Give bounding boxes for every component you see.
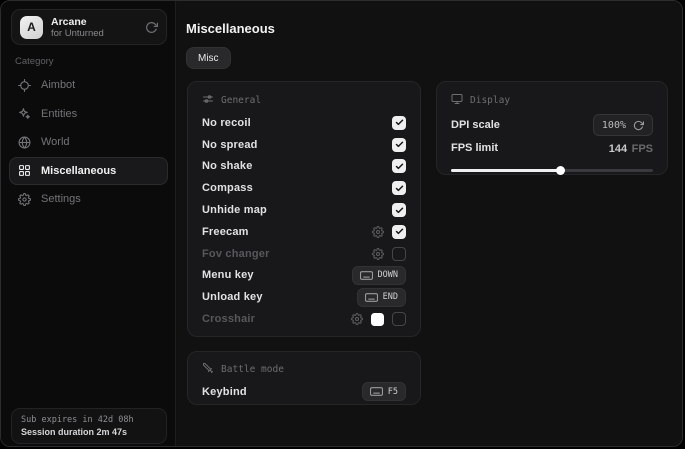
panel-title: Display [470,95,510,106]
setting-row-fov-changer: Fov changer [202,243,406,265]
checkbox-fov-changer[interactable] [392,247,406,261]
keybind-button-menu-key[interactable]: DOWN [352,266,406,285]
fps-value: 144 [609,143,627,155]
settings-gear-icon[interactable] [372,248,384,260]
fps-unit: FPS [632,143,653,155]
sparkles-icon [18,107,31,120]
dpi-scale-value[interactable]: 100% [593,114,653,136]
session-duration-text: Session duration 2m 47s [21,427,157,437]
fps-limit-slider[interactable] [451,165,653,175]
sidebar-item-label: Miscellaneous [41,165,116,177]
setting-label: Menu key [202,269,254,281]
setting-row-unhide-map: Unhide map [202,199,406,221]
main-content: Miscellaneous Misc General No recoil No … [177,1,683,446]
swords-icon [202,362,214,377]
sidebar-nav: Aimbot Entities World Miscellaneous [9,71,168,214]
setting-row-dpi-scale: DPI scale 100% [451,112,653,138]
setting-label: DPI scale [451,119,500,131]
setting-row-compass: Compass [202,177,406,199]
crosshair-icon [18,79,31,92]
slider-thumb[interactable] [556,166,565,175]
sliders-icon [202,93,214,108]
keybind-value: F5 [388,387,398,397]
setting-label: No spread [202,139,258,151]
gear-icon [18,193,31,206]
checkbox-crosshair[interactable] [392,312,406,326]
sidebar-item-label: World [41,136,70,148]
setting-row-freecam: Freecam [202,221,406,243]
setting-row-no-spread: No spread [202,134,406,156]
setting-label: Unhide map [202,204,267,216]
sidebar-item-world[interactable]: World [9,128,168,157]
subscription-card: Sub expires in 42d 08h Session duration … [11,408,167,444]
checkbox-no-shake[interactable] [392,159,406,173]
keyboard-icon [360,271,373,280]
sidebar-item-label: Aimbot [41,79,75,91]
sidebar-item-entities[interactable]: Entities [9,100,168,129]
sidebar-item-aimbot[interactable]: Aimbot [9,71,168,100]
dpi-value: 100% [602,120,626,131]
setting-row-unload-key: Unload key END [202,286,406,308]
display-panel: Display DPI scale 100% FPS limit 144 FPS [436,81,668,175]
setting-row-keybind: Keybind F5 [202,381,406,403]
panel-title: Battle mode [221,364,284,375]
setting-label: FPS limit [451,142,498,154]
grid-icon [18,164,31,177]
setting-label: No recoil [202,117,251,129]
reset-icon[interactable] [633,120,644,131]
sub-expires-text: Sub expires in 42d 08h [21,415,157,425]
checkbox-compass[interactable] [392,181,406,195]
settings-gear-icon[interactable] [372,226,384,238]
settings-gear-icon[interactable] [351,313,363,325]
globe-icon [18,136,31,149]
setting-label: Keybind [202,386,247,398]
app-title: Arcane [51,16,104,28]
general-panel: General No recoil No spread No shake Com… [187,81,421,337]
setting-row-no-recoil: No recoil [202,112,406,134]
sidebar: A Arcane for Unturned Category Aimbot [1,1,176,446]
panel-title: General [221,95,261,106]
setting-row-crosshair: Crosshair [202,308,406,330]
checkbox-freecam[interactable] [392,225,406,239]
setting-label: Compass [202,182,253,194]
monitor-icon [451,93,463,108]
battle-mode-panel: Battle mode Keybind F5 [187,351,421,405]
checkbox-no-spread[interactable] [392,138,406,152]
setting-label: Crosshair [202,313,255,325]
sidebar-item-label: Entities [41,108,77,120]
page-title: Miscellaneous [186,21,275,36]
keybind-button-unload-key[interactable]: END [357,288,406,307]
category-label: Category [15,56,54,67]
setting-row-menu-key: Menu key DOWN [202,265,406,287]
setting-label: Fov changer [202,248,270,260]
setting-row-fps-limit: FPS limit 144 FPS [451,138,653,158]
tab-misc[interactable]: Misc [186,47,231,69]
color-swatch[interactable] [371,313,384,326]
setting-label: Unload key [202,291,263,303]
sidebar-item-miscellaneous[interactable]: Miscellaneous [9,157,168,186]
sidebar-item-settings[interactable]: Settings [9,185,168,214]
setting-label: Freecam [202,226,249,238]
checkbox-no-recoil[interactable] [392,116,406,130]
keybind-value: END [383,292,398,302]
checkbox-unhide-map[interactable] [392,203,406,217]
keybind-button-battle[interactable]: F5 [362,382,406,401]
app-subtitle: for Unturned [51,28,104,39]
avatar: A [20,16,43,39]
keybind-value: DOWN [378,270,398,280]
app-window: A Arcane for Unturned Category Aimbot [0,0,683,447]
keyboard-icon [365,293,378,302]
restart-icon[interactable] [145,21,158,34]
keyboard-icon [370,387,383,396]
fps-slider-fill [451,169,560,172]
setting-label: No shake [202,160,253,172]
setting-row-no-shake: No shake [202,156,406,178]
app-header-card: A Arcane for Unturned [11,9,167,45]
sidebar-item-label: Settings [41,193,81,205]
